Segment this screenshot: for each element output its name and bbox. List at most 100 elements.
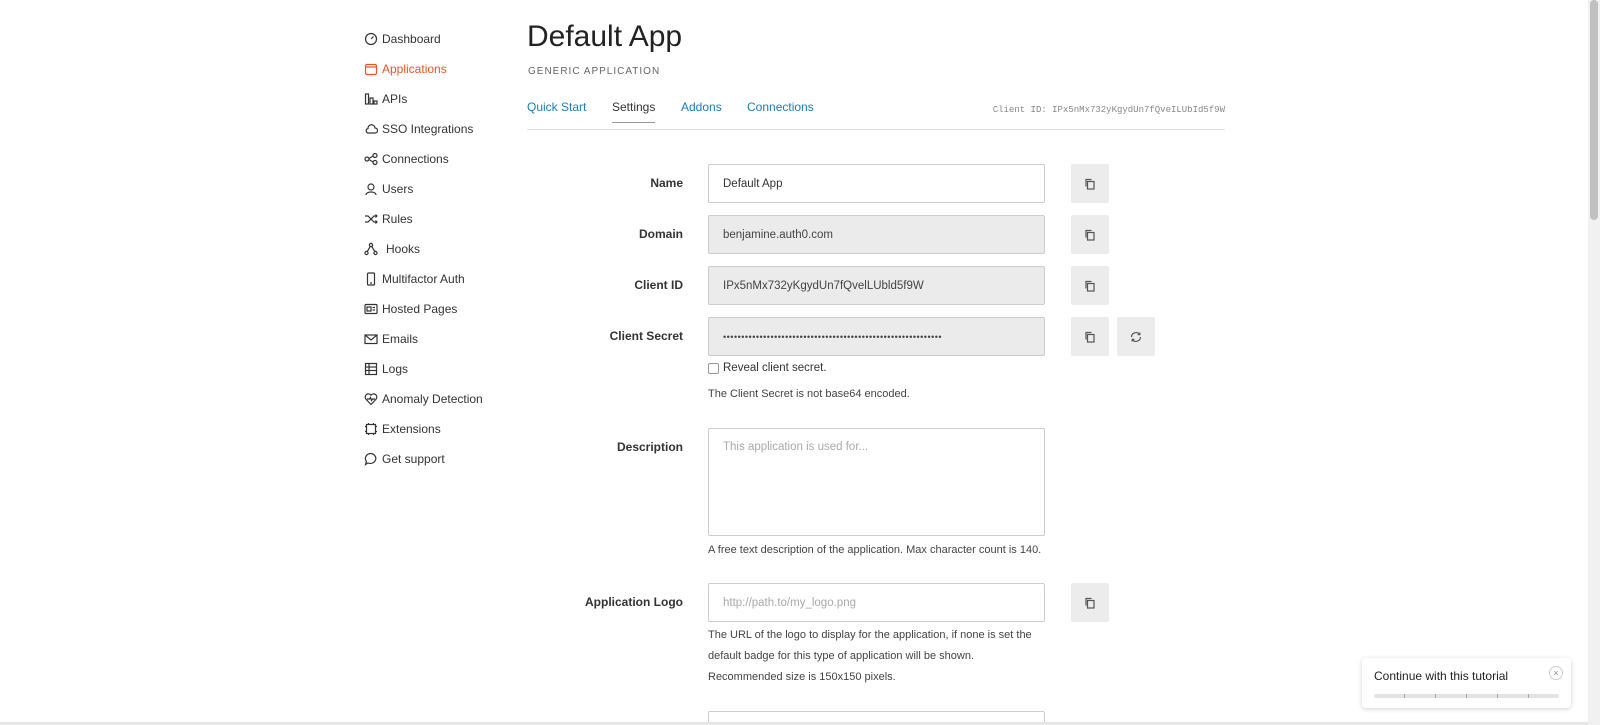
sidebar-item-sso-integrations[interactable]: SSO Integrations bbox=[364, 114, 504, 144]
apis-icon bbox=[364, 92, 378, 106]
sidebar-item-label: Extensions bbox=[382, 422, 441, 436]
logo-help-line: The URL of the logo to display for the a… bbox=[708, 629, 1032, 641]
sidebar-item-label: Users bbox=[382, 182, 414, 196]
copy-domain-button[interactable] bbox=[1071, 215, 1109, 254]
copy-client-id-button[interactable] bbox=[1071, 266, 1109, 305]
logo-help-line: default badge for this type of applicati… bbox=[708, 650, 974, 662]
domain-label: Domain bbox=[638, 227, 683, 241]
sidebar-item-connections[interactable]: Connections bbox=[364, 144, 504, 174]
hosted-pages-icon bbox=[364, 302, 378, 316]
chat-icon bbox=[364, 452, 378, 466]
sidebar-item-label: Get support bbox=[382, 452, 445, 466]
tab-settings[interactable]: Settings bbox=[612, 100, 656, 123]
progress-tick bbox=[1497, 694, 1498, 698]
sidebar-item-logs[interactable]: Logs bbox=[364, 354, 504, 384]
tutorial-popup[interactable]: Continue with this tutorial × bbox=[1362, 658, 1571, 708]
logo-help: The URL of the logo to display for the a… bbox=[708, 625, 1032, 688]
sidebar-item-label: APIs bbox=[382, 92, 408, 106]
page-subtitle: GENERIC APPLICATION bbox=[528, 66, 661, 77]
client-id-input[interactable]: IPx5nMx732yKgydUn7fQvelLUbld5f9W bbox=[708, 266, 1045, 305]
sidebar-item-label: Multifactor Auth bbox=[382, 272, 465, 286]
progress-tick bbox=[1435, 694, 1436, 698]
domain-input[interactable]: benjamine.auth0.com bbox=[708, 215, 1045, 254]
client-id-display: Client ID: IPx5nMx732yKgydUn7fQveILUbId5… bbox=[992, 105, 1225, 115]
name-value: Default App bbox=[723, 177, 783, 190]
copy-icon bbox=[1085, 229, 1095, 241]
sidebar: Dashboard Applications APIs SSO Integrat… bbox=[364, 24, 504, 474]
logo-url-placeholder: http://path.to/my_logo.png bbox=[723, 596, 856, 609]
sidebar-item-label: Hosted Pages bbox=[382, 302, 458, 316]
sidebar-item-rules[interactable]: Rules bbox=[364, 204, 504, 234]
client-id-value: IPx5nMx732yKgydUn7fQvelLUbld5f9W bbox=[723, 279, 924, 292]
logo-label: Application Logo bbox=[585, 595, 683, 609]
cloud-icon bbox=[364, 122, 378, 136]
scrollbar[interactable] bbox=[1588, 0, 1600, 725]
sidebar-item-extensions[interactable]: Extensions bbox=[364, 414, 504, 444]
sidebar-item-anomaly-detection[interactable]: Anomaly Detection bbox=[364, 384, 504, 414]
sidebar-item-emails[interactable]: Emails bbox=[364, 324, 504, 354]
domain-value: benjamine.auth0.com bbox=[723, 228, 833, 241]
client-secret-input[interactable]: ••••••••••••••••••••••••••••••••••••••••… bbox=[708, 317, 1045, 356]
copy-icon bbox=[1085, 331, 1095, 343]
tab-bar: Quick Start Settings Addons Connections … bbox=[527, 100, 1225, 130]
mail-icon bbox=[364, 332, 378, 346]
sidebar-item-applications[interactable]: Applications bbox=[364, 54, 504, 84]
close-icon[interactable]: × bbox=[1549, 666, 1563, 680]
copy-name-button[interactable] bbox=[1071, 164, 1109, 203]
sidebar-item-hosted-pages[interactable]: Hosted Pages bbox=[364, 294, 504, 324]
heart-icon bbox=[364, 392, 378, 406]
dashboard-icon bbox=[364, 32, 378, 46]
client-secret-label: Client Secret bbox=[609, 329, 683, 343]
description-textarea[interactable]: This application is used for... bbox=[708, 428, 1045, 536]
sidebar-item-users[interactable]: Users bbox=[364, 174, 504, 204]
hooks-icon bbox=[364, 242, 378, 256]
sidebar-item-apis[interactable]: APIs bbox=[364, 84, 504, 114]
tab-addons[interactable]: Addons bbox=[681, 100, 722, 122]
sidebar-item-label: SSO Integrations bbox=[382, 122, 474, 136]
copy-client-secret-button[interactable] bbox=[1071, 317, 1109, 356]
sidebar-item-label: Connections bbox=[382, 152, 449, 166]
progress-tick bbox=[1466, 694, 1467, 698]
copy-icon bbox=[1085, 280, 1095, 292]
page-title: Default App bbox=[527, 20, 683, 53]
client-secret-value: ••••••••••••••••••••••••••••••••••••••••… bbox=[723, 331, 943, 342]
tab-connections[interactable]: Connections bbox=[747, 100, 814, 122]
sidebar-item-hooks[interactable]: Hooks bbox=[364, 234, 504, 264]
sidebar-item-label: Hooks bbox=[386, 242, 421, 256]
sidebar-item-get-support[interactable]: Get support bbox=[364, 444, 504, 474]
refresh-icon bbox=[1130, 331, 1142, 342]
logo-help-line: Recommended size is 150x150 pixels. bbox=[708, 671, 896, 683]
progress-tick bbox=[1528, 694, 1529, 698]
sidebar-item-label: Dashboard bbox=[382, 32, 441, 46]
sidebar-item-label: Logs bbox=[382, 362, 409, 376]
client-id-label: Client ID bbox=[634, 278, 683, 292]
connections-icon bbox=[364, 152, 378, 166]
rotate-secret-button[interactable] bbox=[1117, 317, 1155, 356]
sidebar-item-label: Emails bbox=[382, 332, 419, 346]
reveal-secret-checkbox[interactable] bbox=[708, 362, 719, 374]
name-label: Name bbox=[650, 176, 683, 190]
applications-icon bbox=[364, 62, 378, 76]
copy-icon bbox=[1085, 597, 1095, 609]
users-icon bbox=[364, 182, 378, 196]
sidebar-item-multifactor-auth[interactable]: Multifactor Auth bbox=[364, 264, 504, 294]
reveal-secret-row: Reveal client secret. bbox=[708, 362, 827, 374]
description-placeholder: This application is used for... bbox=[723, 441, 869, 453]
scrollbar-thumb[interactable] bbox=[1590, 0, 1598, 220]
sidebar-item-label: Rules bbox=[382, 212, 413, 226]
sidebar-item-label: Applications bbox=[382, 62, 447, 76]
description-label: Description bbox=[616, 440, 683, 454]
copy-logo-button[interactable] bbox=[1071, 583, 1109, 622]
client-secret-help: The Client Secret is not base64 encoded. bbox=[708, 388, 910, 400]
reveal-secret-label: Reveal client secret. bbox=[723, 362, 827, 374]
logo-url-input[interactable]: http://path.to/my_logo.png bbox=[708, 583, 1045, 622]
copy-icon bbox=[1085, 178, 1095, 190]
tab-quick-start[interactable]: Quick Start bbox=[527, 100, 586, 122]
progress-tick bbox=[1404, 694, 1405, 698]
shuffle-icon bbox=[364, 212, 378, 226]
sidebar-item-dashboard[interactable]: Dashboard bbox=[364, 24, 504, 54]
sidebar-item-label: Anomaly Detection bbox=[382, 392, 483, 406]
name-input[interactable]: Default App bbox=[708, 164, 1045, 203]
extensions-icon bbox=[364, 422, 378, 436]
description-help: A free text description of the applicati… bbox=[708, 544, 1042, 556]
